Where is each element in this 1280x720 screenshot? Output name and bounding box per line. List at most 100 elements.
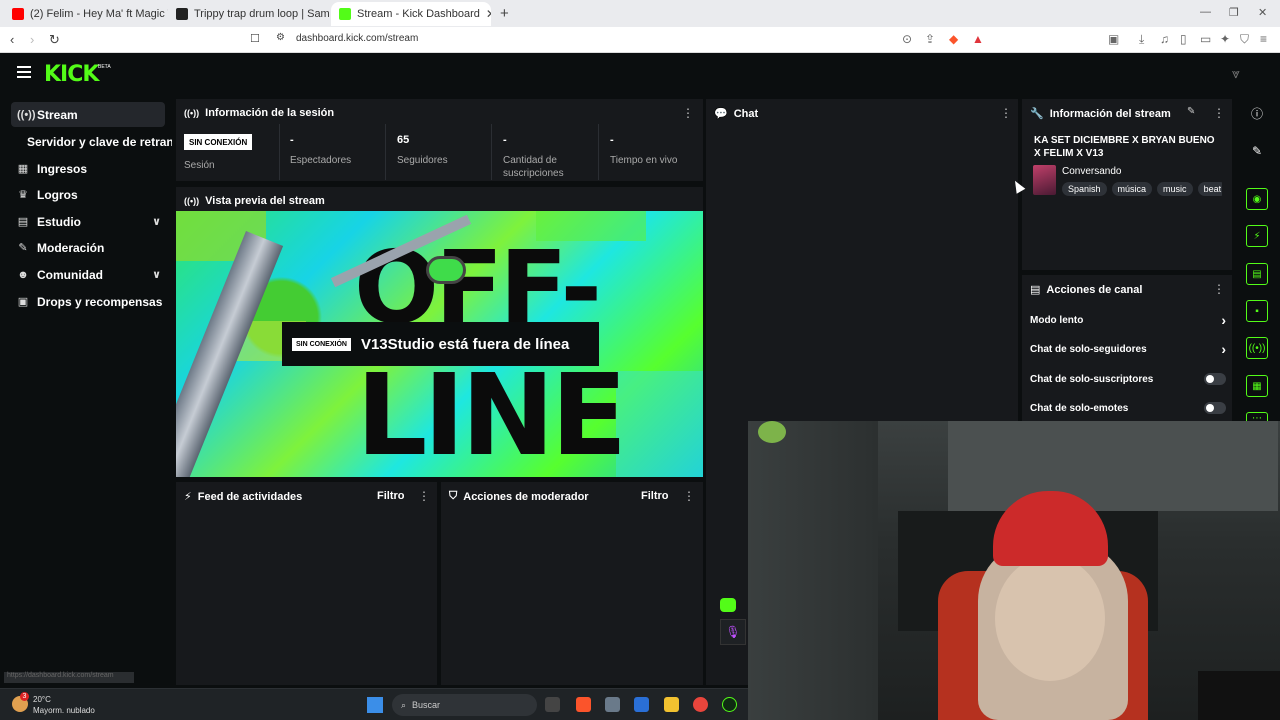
sidebar-item-moderacion[interactable]: ✎ Moderación: [11, 235, 165, 260]
maximize-icon[interactable]: ❐: [1229, 6, 1239, 19]
sidebar-item-stream[interactable]: ((•)) Stream: [11, 102, 165, 127]
store-icon[interactable]: [634, 697, 649, 712]
bot-icon[interactable]: [720, 598, 736, 612]
file-explorer-icon[interactable]: [664, 697, 679, 712]
tag[interactable]: beat: [1197, 182, 1222, 196]
tab-kick-dashboard[interactable]: Stream - Kick Dashboard ✕: [331, 2, 491, 26]
close-tab-icon[interactable]: ✕: [486, 7, 491, 21]
downloads-icon[interactable]: ⤓: [1139, 32, 1144, 47]
kick-logo[interactable]: KICK: [44, 62, 99, 87]
tab-title: Stream - Kick Dashboard: [357, 8, 480, 20]
category-name[interactable]: Conversando: [1062, 166, 1121, 177]
person-face: [995, 556, 1105, 681]
close-window-icon[interactable]: ✕: [1258, 6, 1267, 19]
panel-title: Vista previa del stream: [205, 195, 325, 207]
hamburger-icon[interactable]: [17, 66, 31, 81]
stat-live-time: - Tiempo en vivo: [610, 134, 677, 167]
stack-icon[interactable]: ▦: [1246, 375, 1268, 397]
kebab-menu-icon[interactable]: ⋮: [1213, 106, 1225, 120]
kebab-menu-icon[interactable]: ⋮: [683, 489, 695, 503]
edit-icon[interactable]: ✎: [1187, 106, 1195, 117]
brave-rewards-icon[interactable]: ▲: [972, 32, 984, 46]
chevron-down-icon[interactable]: ∨: [152, 268, 161, 281]
minimize-icon[interactable]: —: [1200, 6, 1211, 18]
sidebar-toggle-icon[interactable]: ▣: [1108, 32, 1119, 46]
broadcast-icon[interactable]: ((•)): [1246, 337, 1268, 359]
activity-feed-panel: ⚡ Feed de actividades Filtro ⋮: [176, 482, 437, 685]
menu-icon[interactable]: ≡: [1260, 32, 1267, 46]
leo-icon[interactable]: ✦: [1220, 32, 1230, 46]
kebab-menu-icon[interactable]: ⋮: [682, 106, 694, 120]
sidebar-item-drops[interactable]: ▣ Drops y recompensas: [11, 289, 165, 314]
music-icon[interactable]: ♫: [1160, 32, 1169, 46]
taskbar-search[interactable]: ⌕ Buscar: [392, 694, 537, 716]
chevron-down-icon[interactable]: ∨: [152, 215, 161, 228]
tag[interactable]: Spanish: [1062, 182, 1107, 196]
panel-icon[interactable]: ▯: [1180, 32, 1187, 46]
chat-bubble-icon[interactable]: ▪: [1246, 300, 1268, 322]
info-icon[interactable]: ⓘ: [1246, 102, 1268, 124]
actions-icon: ▤: [1030, 284, 1041, 296]
sidebar-item-comunidad[interactable]: ☻ Comunidad ∨: [11, 262, 165, 287]
followers-only-row[interactable]: Chat de solo-seguidores ›: [1030, 341, 1226, 357]
emotes-only-row[interactable]: Chat de solo-emotes: [1030, 402, 1226, 414]
back-icon[interactable]: ‹: [10, 32, 14, 47]
sidebar-item-estudio[interactable]: ▤ Estudio ∨: [11, 209, 165, 234]
chat-title: 💬 Chat: [714, 107, 758, 121]
kebab-menu-icon[interactable]: ⋮: [1000, 106, 1012, 120]
subscribers-only-toggle[interactable]: [1204, 373, 1226, 385]
kebab-menu-icon[interactable]: ⋮: [418, 489, 430, 503]
site-info-icon[interactable]: ⚙: [276, 32, 285, 43]
windows-start-icon[interactable]: [367, 697, 383, 713]
stream-title: KA SET DICIEMBRE X BRYAN BUENO X FELIM X…: [1034, 135, 1215, 159]
wallet-icon[interactable]: ▭: [1200, 32, 1211, 46]
search-icon: ⌕: [401, 699, 407, 710]
url-field[interactable]: dashboard.kick.com/stream: [296, 33, 418, 44]
tag[interactable]: música: [1111, 182, 1153, 196]
app-icon[interactable]: [722, 697, 737, 712]
chevron-right-icon[interactable]: ›: [1221, 341, 1226, 357]
chrome-icon[interactable]: [693, 697, 708, 712]
radio-waves-icon: ((•)): [17, 108, 36, 121]
user-avatar-icon[interactable]: ⩔: [1232, 65, 1240, 82]
glitch-block: [616, 371, 703, 477]
action-label: Chat de solo-suscriptores: [1030, 374, 1154, 385]
camera-icon[interactable]: ◉: [1246, 188, 1268, 210]
sidebar-item-ingresos[interactable]: ▦ Ingresos: [11, 156, 165, 181]
tab-samplefocus[interactable]: Trippy trap drum loop | Sample Focus: [168, 2, 330, 26]
document-icon[interactable]: ▤: [1246, 263, 1268, 285]
chevron-right-icon[interactable]: ›: [1221, 312, 1226, 328]
emotes-only-toggle[interactable]: [1204, 402, 1226, 414]
bookmark-icon[interactable]: ☐: [250, 32, 260, 45]
app-icon[interactable]: [605, 697, 620, 712]
extension-icon[interactable]: ⊙: [902, 32, 912, 46]
lightning-icon: ⚡: [184, 491, 192, 503]
right-toolbar: ⓘ ✎ ◉ ⚡ ▤ ▪ ((•)) ▦ ⋯: [1236, 95, 1280, 425]
task-view-icon[interactable]: [545, 697, 560, 712]
new-tab-icon[interactable]: +: [500, 5, 509, 22]
sidebar-item-logros[interactable]: ♛ Logros: [11, 182, 165, 207]
share-icon[interactable]: ⇪: [925, 32, 935, 46]
subscribers-only-row[interactable]: Chat de solo-suscriptores: [1030, 373, 1226, 385]
slow-mode-row[interactable]: Modo lento ›: [1030, 312, 1226, 328]
filter-button[interactable]: Filtro: [641, 490, 669, 502]
kebab-menu-icon[interactable]: ⋮: [1213, 282, 1225, 296]
sidebar-subitem-server-key[interactable]: Servidor y clave de retransmisión: [27, 135, 172, 149]
edit-icon[interactable]: ✎: [1246, 140, 1268, 162]
tab-youtube[interactable]: (2) Felim - Hey Ma' ft Magic Tone | V: [4, 2, 168, 26]
vpn-icon[interactable]: ⛉: [1240, 32, 1249, 47]
radio-waves-icon: ((•)): [184, 108, 200, 118]
stat-label: Seguidores: [397, 155, 448, 166]
forward-icon[interactable]: ›: [30, 32, 34, 47]
action-label: Modo lento: [1030, 315, 1084, 326]
weather-widget[interactable]: 20°C Mayorm. nublado: [33, 694, 95, 716]
action-label: Chat de solo-seguidores: [1030, 344, 1147, 355]
status-url: https://dashboard.kick.com/stream: [4, 672, 134, 683]
microphone-icon[interactable]: 🎙: [720, 619, 746, 645]
tag[interactable]: music: [1157, 182, 1193, 196]
filter-button[interactable]: Filtro: [377, 490, 405, 502]
brave-shield-icon[interactable]: ◆: [949, 32, 958, 46]
lightning-icon[interactable]: ⚡: [1246, 225, 1268, 247]
reload-icon[interactable]: ↻: [49, 32, 60, 48]
brave-icon[interactable]: [576, 697, 591, 712]
